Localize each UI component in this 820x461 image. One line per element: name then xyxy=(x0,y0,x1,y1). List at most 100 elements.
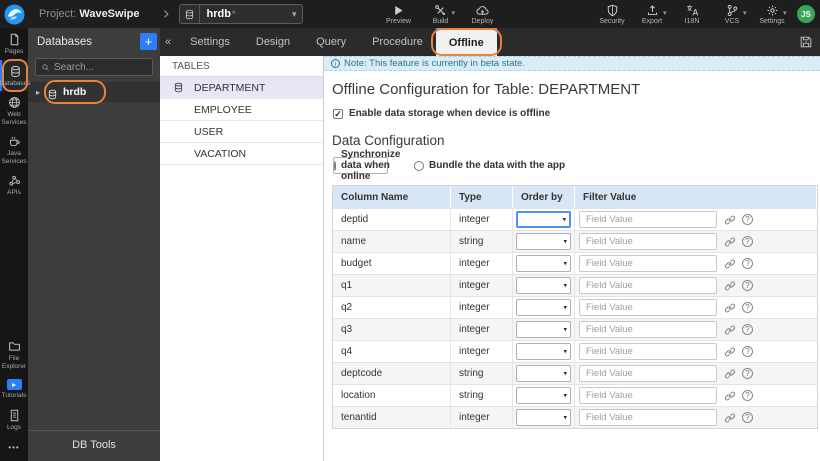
table-row: q1integer ▾? xyxy=(333,274,817,296)
security-button[interactable]: Security xyxy=(599,4,625,25)
table-item-employee[interactable]: EMPLOYEE xyxy=(160,99,323,121)
bind-field-link-icon[interactable] xyxy=(724,258,736,270)
order-by-select[interactable]: ▾ xyxy=(516,365,571,382)
export-button[interactable]: ▾ Export xyxy=(639,4,667,25)
database-selector-dropdown[interactable]: hrdb * ▾ xyxy=(179,4,304,24)
preview-button[interactable]: Preview xyxy=(385,4,411,25)
help-icon[interactable]: ? xyxy=(742,346,753,357)
i18n-button[interactable]: I18N xyxy=(679,4,705,25)
radio-icon[interactable] xyxy=(334,160,336,171)
help-icon[interactable]: ? xyxy=(742,280,753,291)
filter-value-input[interactable] xyxy=(579,365,717,382)
bind-field-link-icon[interactable] xyxy=(724,368,736,380)
column-name-cell: name xyxy=(333,231,451,252)
bind-field-link-icon[interactable] xyxy=(724,214,736,226)
sidebar-item-java-services[interactable]: Java Services xyxy=(0,130,28,169)
order-by-select[interactable]: ▾ xyxy=(516,277,571,294)
order-by-select[interactable]: ▾ xyxy=(516,233,571,250)
filter-value-cell: ? xyxy=(575,341,817,362)
sidebar-item-tutorials[interactable]: Tutorials xyxy=(0,374,28,404)
modified-indicator: * xyxy=(231,9,236,19)
help-icon[interactable]: ? xyxy=(742,324,753,335)
checkbox-icon[interactable]: ✓ xyxy=(333,108,343,119)
sidebar-item-logs[interactable]: Logs xyxy=(0,404,28,436)
add-database-button[interactable]: + xyxy=(140,33,157,50)
bind-field-link-icon[interactable] xyxy=(724,302,736,314)
help-icon[interactable]: ? xyxy=(742,258,753,269)
tab-list: Settings Design Query Procedure Offline xyxy=(177,28,502,56)
filter-value-input[interactable] xyxy=(579,277,717,294)
help-icon[interactable]: ? xyxy=(742,412,753,423)
sidebar-item-databases[interactable]: Databases xyxy=(0,58,31,92)
tab-query[interactable]: Query xyxy=(303,28,359,56)
help-icon[interactable]: ? xyxy=(742,302,753,313)
order-by-select[interactable]: ▾ xyxy=(516,255,571,272)
table-row: namestring ▾? xyxy=(333,230,817,252)
filter-value-input[interactable] xyxy=(579,211,717,228)
save-icon[interactable] xyxy=(799,35,813,49)
filter-value-input[interactable] xyxy=(579,255,717,272)
tab-settings[interactable]: Settings xyxy=(177,28,243,56)
bind-field-link-icon[interactable] xyxy=(724,280,736,292)
wavemaker-ide: Project: WaveSwipe hrdb * ▾ Preview ▾ Buil… xyxy=(0,0,820,461)
tab-offline[interactable]: Offline xyxy=(430,28,502,56)
enable-offline-checkbox[interactable]: ✓ Enable data storage when device is off… xyxy=(333,108,820,119)
order-by-select[interactable]: ▾ xyxy=(516,321,571,338)
help-icon[interactable]: ? xyxy=(742,390,753,401)
filter-value-input[interactable] xyxy=(579,233,717,250)
tables-list: DEPARTMENT EMPLOYEE USER VACATION xyxy=(160,77,323,165)
filter-value-input[interactable] xyxy=(579,409,717,426)
radio-icon[interactable] xyxy=(414,160,424,171)
bind-field-link-icon[interactable] xyxy=(724,346,736,358)
help-icon[interactable]: ? xyxy=(742,236,753,247)
databases-panel-title: Databases xyxy=(37,35,92,48)
column-name-cell: tenantid xyxy=(333,407,451,428)
order-by-select[interactable]: ▾ xyxy=(516,387,571,404)
filter-value-input[interactable] xyxy=(579,387,717,404)
radio-bundle-the-data-with-the-app[interactable]: Bundle the data with the app xyxy=(414,157,565,174)
databases-panel: Databases + ▸ hrdb DB Tools xyxy=(28,28,160,461)
bind-field-link-icon[interactable] xyxy=(724,324,736,336)
build-button[interactable]: ▾ Build xyxy=(427,4,455,25)
filter-value-input[interactable] xyxy=(579,321,717,338)
help-icon[interactable]: ? xyxy=(742,214,753,225)
beta-note-text: Note: This feature is currently in beta … xyxy=(344,58,525,69)
database-search-input[interactable] xyxy=(54,61,147,73)
chevron-down-icon: ▾ xyxy=(563,414,567,422)
order-by-cell: ▾ xyxy=(513,231,575,252)
table-item-vacation[interactable]: VACATION xyxy=(160,143,323,165)
user-avatar[interactable]: JS xyxy=(797,5,815,23)
order-by-select[interactable]: ▾ xyxy=(516,299,571,316)
filter-value-input[interactable] xyxy=(579,299,717,316)
order-by-select[interactable]: ▾ xyxy=(516,211,571,228)
chevron-down-icon: ▾ xyxy=(782,9,787,17)
bind-field-link-icon[interactable] xyxy=(724,412,736,424)
left-icon-sidebar: Pages Databases Web Services Java Services A… xyxy=(0,28,31,461)
bind-field-link-icon[interactable] xyxy=(724,236,736,248)
vcs-button[interactable]: ▾ VCS xyxy=(719,4,747,25)
bind-field-link-icon[interactable] xyxy=(724,390,736,402)
tab-procedure[interactable]: Procedure xyxy=(359,28,436,56)
wavemaker-logo-icon[interactable] xyxy=(4,3,25,25)
sidebar-item-web-services[interactable]: Web Services xyxy=(0,91,28,130)
filter-value-input[interactable] xyxy=(579,343,717,360)
sidebar-item-apis[interactable]: APIs xyxy=(0,169,28,201)
sidebar-item-pages[interactable]: Pages xyxy=(0,28,28,60)
tab-design[interactable]: Design xyxy=(243,28,303,56)
column-name-cell: q2 xyxy=(333,297,451,318)
database-item-hrdb[interactable]: ▸ hrdb xyxy=(28,80,160,104)
table-item-user[interactable]: USER xyxy=(160,121,323,143)
db-tools-button[interactable]: DB Tools xyxy=(28,430,160,461)
order-by-select[interactable]: ▾ xyxy=(516,343,571,360)
settings-button[interactable]: ▾ Settings xyxy=(759,4,787,25)
more-options-button[interactable]: ••• xyxy=(0,435,28,461)
deploy-button[interactable]: Deploy xyxy=(469,4,495,25)
radio-synchronize-data-when-online[interactable]: Synchronize data when online xyxy=(333,149,400,182)
filter-value-cell: ? xyxy=(575,275,817,296)
sidebar-item-file-explorer[interactable]: File Explorer xyxy=(0,335,28,374)
table-item-department[interactable]: DEPARTMENT xyxy=(160,77,323,99)
order-by-select[interactable]: ▾ xyxy=(516,409,571,426)
help-icon[interactable]: ? xyxy=(742,368,753,379)
chevron-down-icon: ▾ xyxy=(563,238,567,246)
collapse-panel-button[interactable]: « xyxy=(160,36,177,48)
